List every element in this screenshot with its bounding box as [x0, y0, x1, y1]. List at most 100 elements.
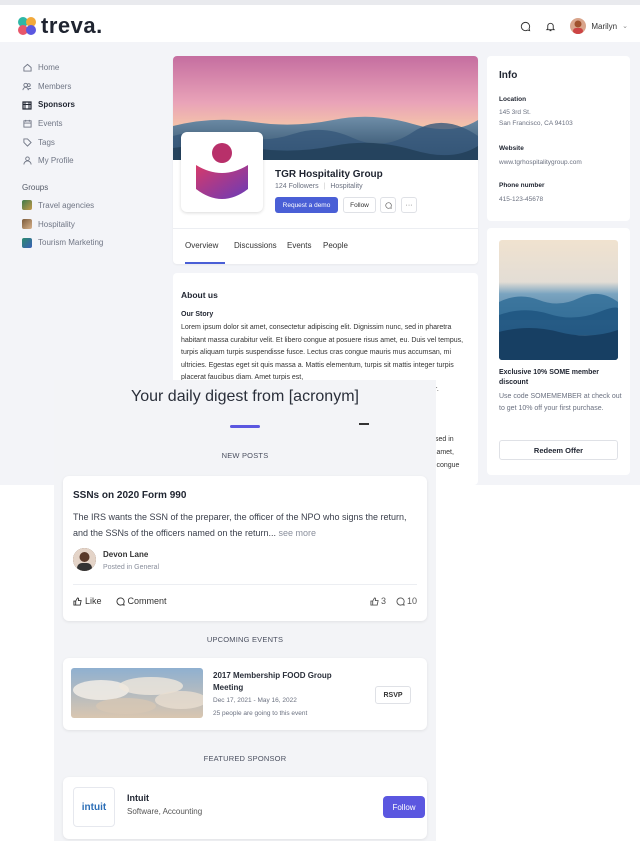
members-icon [22, 81, 32, 91]
info-heading: Info [499, 70, 518, 81]
comment-icon [116, 596, 125, 606]
comment-count: 10 [396, 596, 417, 606]
story-text: Lorem ipsum dolor sit amet, consectetur … [181, 324, 464, 381]
followers-count: 124 Followers [275, 183, 319, 190]
tab-events[interactable]: Events [287, 241, 311, 250]
top-bar: treva. Marilyn ⌄ [0, 0, 640, 42]
digest-divider [359, 423, 369, 425]
comment-label: Comment [127, 596, 167, 606]
sidebar-item-my-profile[interactable]: My Profile [22, 151, 162, 170]
company-name: TGR Hospitality Group [275, 169, 383, 180]
event-attendees: 25 people are going to this event [213, 710, 308, 717]
digest-title: Your daily digest from [acronym] [131, 388, 359, 405]
rsvp-button[interactable]: RSVP [375, 686, 411, 704]
event-dates: Dec 17, 2021 - May 16, 2022 [213, 697, 297, 704]
see-more-link[interactable]: see more [278, 528, 316, 538]
event-card[interactable]: 2017 Membership FOOD Group Meeting Dec 1… [63, 658, 427, 730]
comment-count-value: 10 [406, 596, 417, 606]
post-body: The IRS wants the SSN of the preparer, t… [73, 509, 413, 541]
sidebar-item-label: Sponsors [38, 100, 75, 110]
chat-icon [384, 201, 392, 209]
website-label: Website [499, 145, 524, 152]
sidebar: Home Members Sponsors Events Tags My Pro… [22, 58, 162, 252]
author-avatar [73, 548, 96, 571]
company-profile-card: TGR Hospitality Group 124 Followers | Ho… [173, 56, 478, 264]
company-logo [181, 132, 263, 212]
more-icon: ··· [405, 201, 413, 209]
event-image [71, 668, 203, 718]
comment-icon [396, 596, 405, 606]
company-category: Hospitality [330, 183, 363, 190]
like-button[interactable]: Like [73, 596, 102, 606]
more-options-button[interactable]: ··· [401, 197, 417, 213]
sidebar-item-label: My Profile [38, 156, 74, 166]
sidebar-item-sponsors[interactable]: Sponsors [22, 95, 162, 114]
sponsor-name[interactable]: Intuit [127, 793, 149, 803]
tab-discussions[interactable]: Discussions [234, 241, 277, 250]
follow-company-button[interactable]: Follow [343, 197, 376, 213]
phone-number: 415-123-45678 [499, 196, 544, 203]
offer-card: Exclusive 10% SOME member discount Use c… [487, 228, 630, 475]
comment-button[interactable]: Comment [116, 596, 167, 606]
sidebar-item-label: Events [38, 118, 63, 128]
post-title[interactable]: SSNs on 2020 Form 990 [73, 490, 186, 501]
sponsor-card[interactable]: intuit Intuit Software, Accounting Follo… [63, 777, 427, 839]
user-menu[interactable]: Marilyn ⌄ [570, 18, 628, 34]
about-heading: About us [181, 290, 218, 300]
groups-heading: Groups [22, 183, 49, 193]
thumbs-up-icon [73, 596, 82, 606]
author-name[interactable]: Devon Lane [103, 550, 148, 559]
bell-icon[interactable] [545, 21, 556, 32]
event-title[interactable]: 2017 Membership FOOD Group Meeting [213, 670, 358, 694]
offer-description: Use code SOMEMEMBER at check out to get … [499, 393, 622, 412]
post-excerpt: The IRS wants the SSN of the preparer, t… [73, 512, 407, 538]
story-heading: Our Story [181, 311, 214, 318]
chat-icon[interactable] [520, 21, 531, 32]
upcoming-events-heading: UPCOMING EVENTS [206, 635, 284, 644]
tab-overview[interactable]: Overview [185, 241, 218, 250]
website-link[interactable]: www.tgrhospitalitygroup.com [499, 157, 624, 168]
sponsor-logo: intuit [73, 787, 115, 827]
sidebar-item-label: Home [38, 62, 60, 72]
group-item-hospitality[interactable]: Hospitality [22, 215, 162, 234]
sidebar-item-label: Members [38, 81, 72, 91]
group-thumbnail [22, 200, 32, 211]
sidebar-item-label: Tags [38, 137, 55, 147]
sidebar-item-members[interactable]: Members [22, 77, 162, 96]
app-logo[interactable]: treva. [16, 13, 103, 39]
group-item-travel-agencies[interactable]: Travel agencies [22, 196, 162, 215]
phone-label: Phone number [499, 182, 545, 189]
group-thumbnail [22, 219, 32, 230]
daily-digest: Your daily digest from [acronym] NEW POS… [54, 380, 436, 841]
offer-image [499, 240, 618, 360]
chevron-down-icon: ⌄ [622, 23, 628, 30]
thumbs-up-icon [370, 596, 379, 606]
new-posts-heading: NEW POSTS [221, 451, 269, 460]
redeem-offer-button[interactable]: Redeem Offer [499, 440, 618, 460]
message-button[interactable] [380, 197, 396, 213]
tag-icon [22, 137, 32, 147]
sidebar-item-events[interactable]: Events [22, 114, 162, 133]
story-text-overflow: sed in [435, 436, 454, 443]
group-item-tourism-marketing[interactable]: Tourism Marketing [22, 234, 162, 253]
sidebar-item-tags[interactable]: Tags [22, 133, 162, 152]
sponsor-category: Software, Accounting [127, 807, 203, 816]
profile-tabs: Overview Discussions Events People [173, 228, 478, 264]
calendar-icon [22, 118, 32, 128]
like-count: 3 [370, 596, 386, 606]
location-label: Location [499, 96, 527, 103]
info-card: Info Location 145 3rd St. San Francisco,… [487, 56, 630, 221]
sidebar-item-home[interactable]: Home [22, 58, 162, 77]
posted-in: Posted in General [103, 564, 160, 571]
like-label: Like [85, 596, 102, 606]
follow-sponsor-button[interactable]: Follow [383, 796, 425, 818]
group-label: Hospitality [38, 219, 75, 229]
logo-mark-icon [18, 17, 36, 35]
tab-people[interactable]: People [323, 241, 348, 250]
request-demo-button[interactable]: Request a demo [275, 197, 338, 213]
home-icon [22, 62, 32, 72]
post-card[interactable]: SSNs on 2020 Form 990 The IRS wants the … [63, 476, 427, 621]
group-thumbnail [22, 237, 32, 248]
group-label: Travel agencies [38, 200, 95, 210]
user-avatar [570, 18, 587, 34]
